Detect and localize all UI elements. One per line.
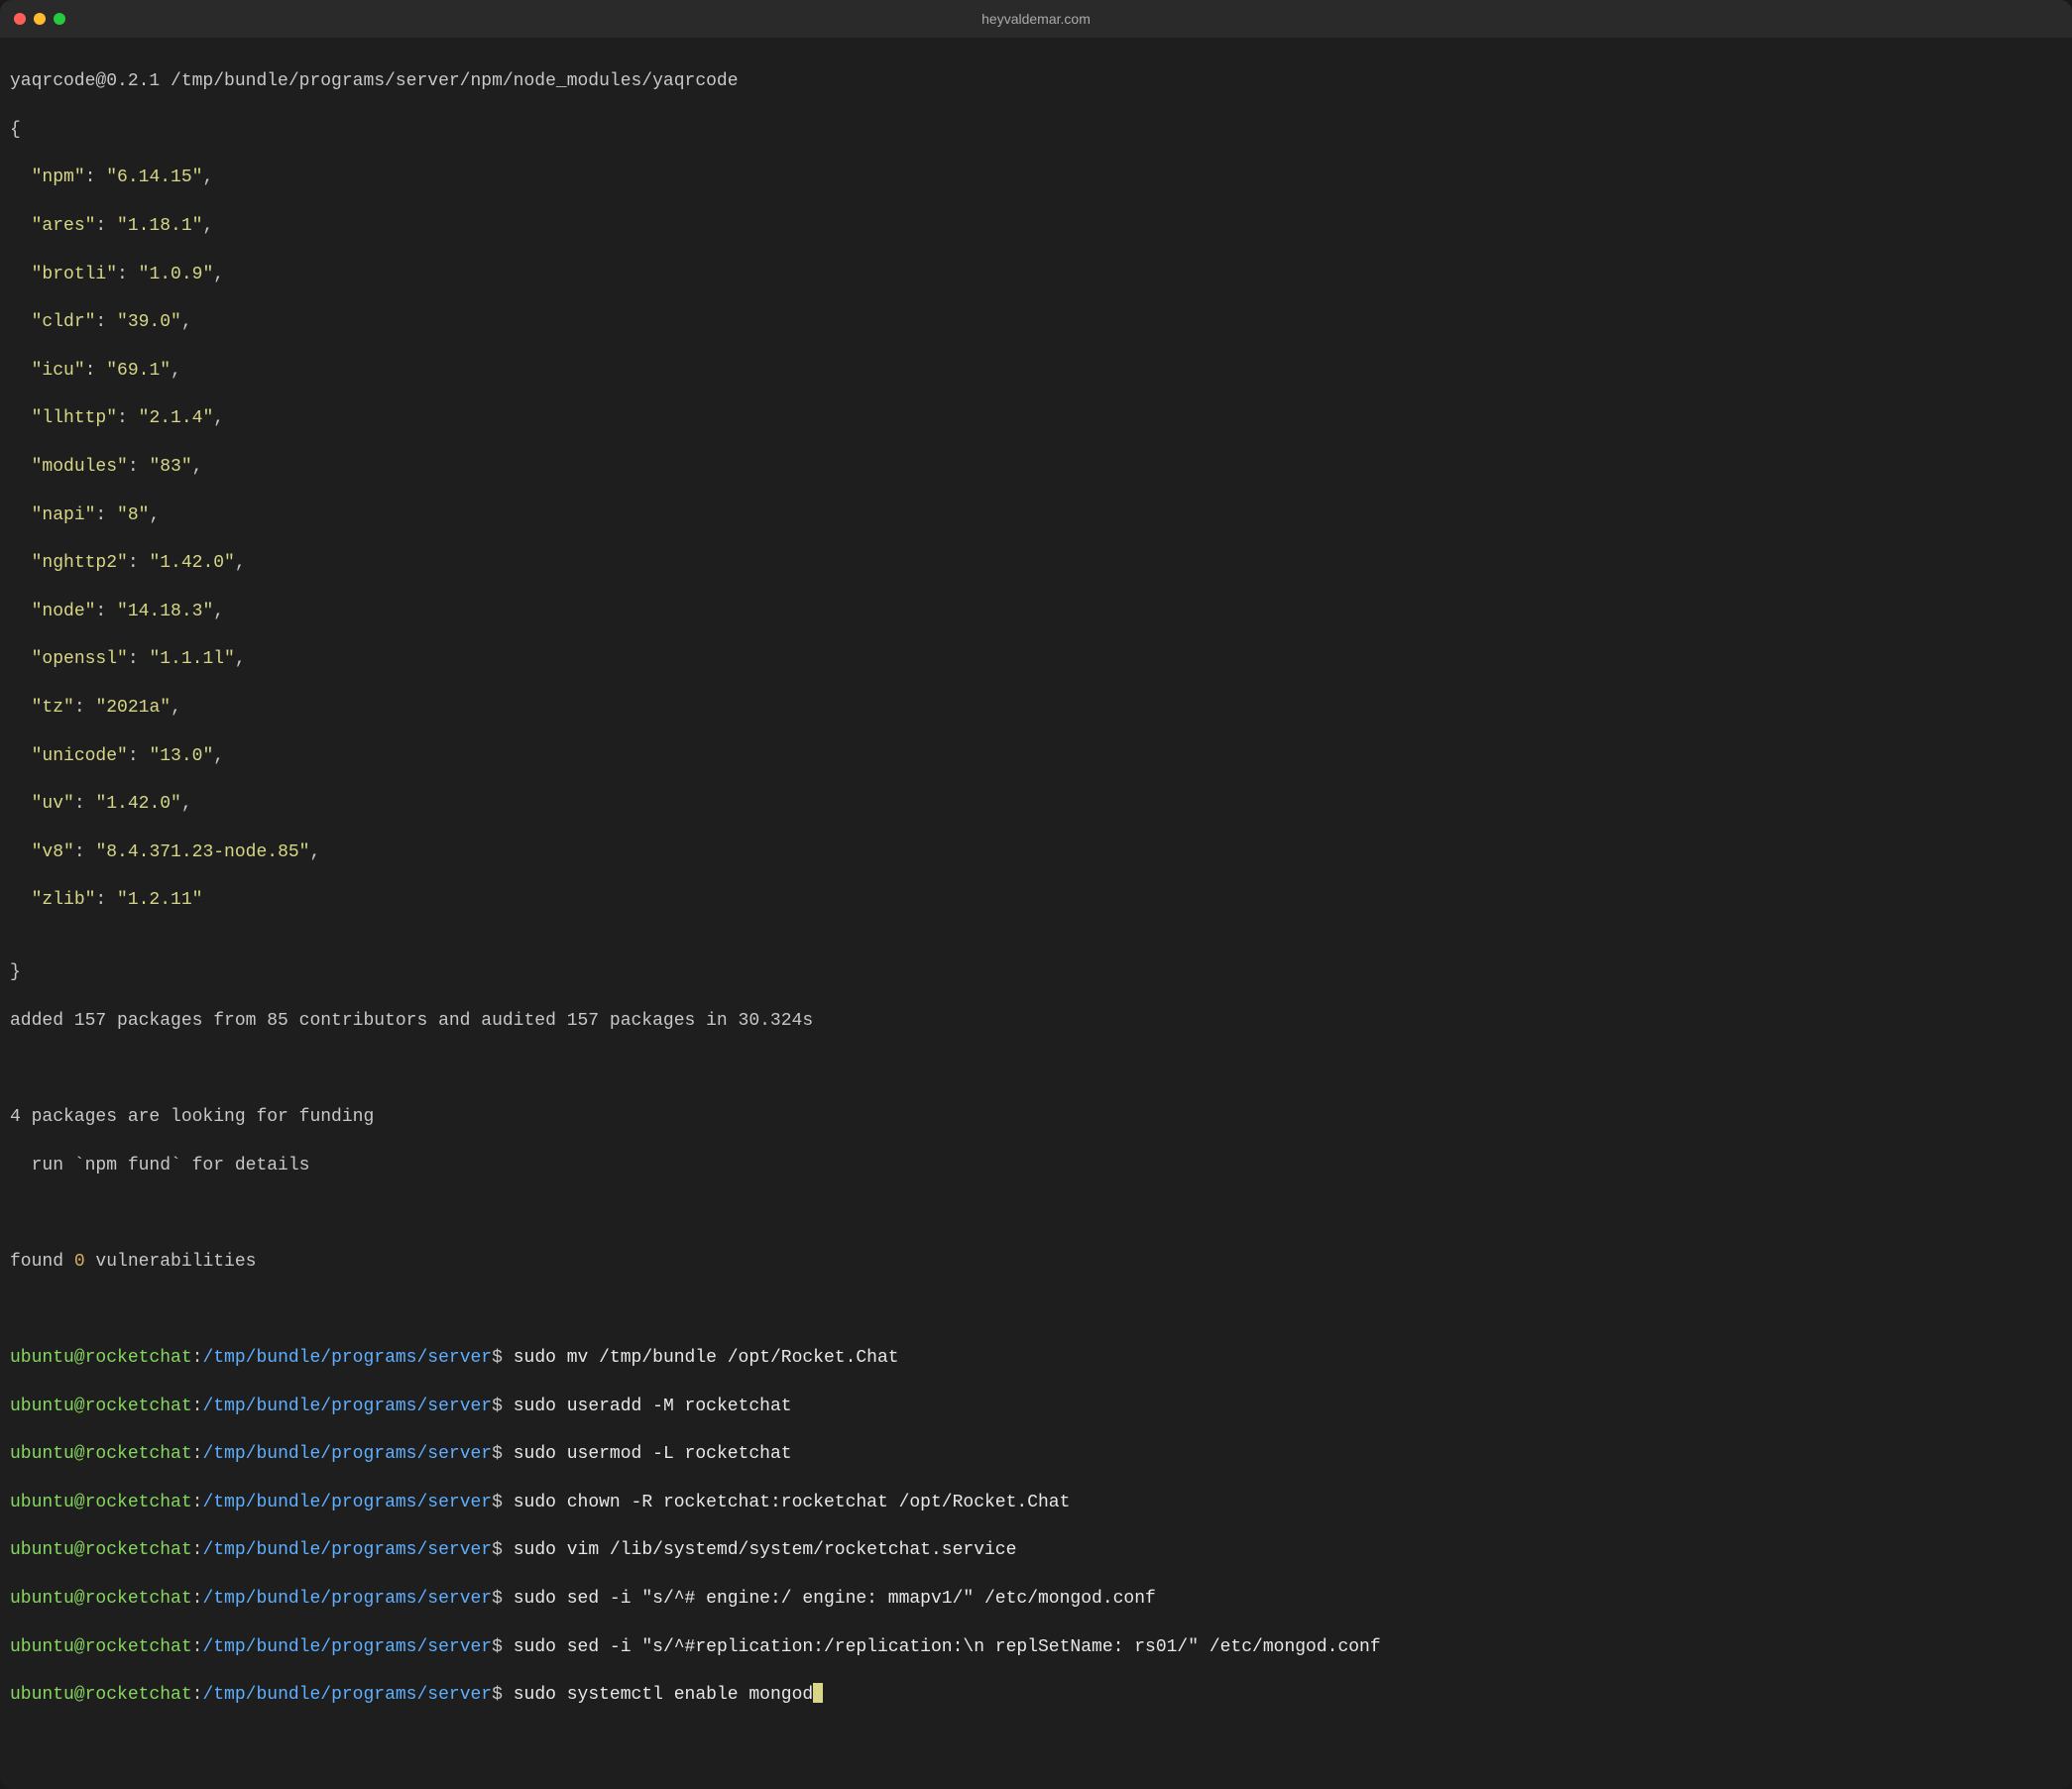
json-pair: "node": "14.18.3", <box>10 600 2062 623</box>
json-pair: "nghttp2": "1.42.0", <box>10 551 2062 575</box>
json-pair: "ares": "1.18.1", <box>10 214 2062 238</box>
prompt-path: /tmp/bundle/programs/server <box>202 1348 492 1368</box>
prompt-path: /tmp/bundle/programs/server <box>202 1397 492 1416</box>
maximize-button[interactable] <box>54 13 65 25</box>
prompt-path: /tmp/bundle/programs/server <box>202 1685 492 1705</box>
json-pair: "unicode": "13.0", <box>10 744 2062 768</box>
json-pair: "openssl": "1.1.1l", <box>10 647 2062 671</box>
prompt-path: /tmp/bundle/programs/server <box>202 1493 492 1512</box>
json-pair: "icu": "69.1", <box>10 359 2062 383</box>
close-button[interactable] <box>14 13 26 25</box>
output-line: run `npm fund` for details <box>10 1154 2062 1177</box>
output-vuln-line: found 0 vulnerabilities <box>10 1250 2062 1274</box>
prompt-user-host: ubuntu@rocketchat <box>10 1493 192 1512</box>
prompt-line: ubuntu@rocketchat:/tmp/bundle/programs/s… <box>10 1442 2062 1466</box>
terminal-window: heyvaldemar.com yaqrcode@0.2.1 /tmp/bund… <box>0 0 2072 1789</box>
cursor <box>813 1683 823 1703</box>
minimize-button[interactable] <box>34 13 46 25</box>
prompt-line: ubuntu@rocketchat:/tmp/bundle/programs/s… <box>10 1538 2062 1562</box>
json-pair: "npm": "6.14.15", <box>10 166 2062 189</box>
output-line: added 157 packages from 85 contributors … <box>10 1009 2062 1033</box>
prompt-user-host: ubuntu@rocketchat <box>10 1685 192 1705</box>
window-title: heyvaldemar.com <box>981 10 1091 29</box>
prompt-line: ubuntu@rocketchat:/tmp/bundle/programs/s… <box>10 1683 2062 1707</box>
prompt-line: ubuntu@rocketchat:/tmp/bundle/programs/s… <box>10 1346 2062 1370</box>
output-line: 4 packages are looking for funding <box>10 1105 2062 1129</box>
command-text: sudo sed -i "s/^# engine:/ engine: mmapv… <box>514 1589 1156 1609</box>
json-pair: "tz": "2021a", <box>10 696 2062 720</box>
output-line: { <box>10 118 2062 142</box>
json-pair: "zlib": "1.2.11" <box>10 888 2062 912</box>
prompt-user-host: ubuntu@rocketchat <box>10 1637 192 1657</box>
json-pair: "v8": "8.4.371.23-node.85", <box>10 840 2062 864</box>
prompt-path: /tmp/bundle/programs/server <box>202 1540 492 1560</box>
output-line: yaqrcode@0.2.1 /tmp/bundle/programs/serv… <box>10 69 2062 93</box>
json-pair: "llhttp": "2.1.4", <box>10 406 2062 430</box>
json-pair: "napi": "8", <box>10 503 2062 527</box>
prompt-line: ubuntu@rocketchat:/tmp/bundle/programs/s… <box>10 1491 2062 1514</box>
title-bar: heyvaldemar.com <box>0 0 2072 38</box>
command-text: sudo mv /tmp/bundle /opt/Rocket.Chat <box>514 1348 899 1368</box>
prompt-user-host: ubuntu@rocketchat <box>10 1397 192 1416</box>
command-text: sudo sed -i "s/^#replication:/replicatio… <box>514 1637 1381 1657</box>
command-text: sudo chown -R rocketchat:rocketchat /opt… <box>514 1493 1071 1512</box>
prompt-user-host: ubuntu@rocketchat <box>10 1589 192 1609</box>
output-blank <box>10 1297 2062 1321</box>
prompt-line: ubuntu@rocketchat:/tmp/bundle/programs/s… <box>10 1635 2062 1659</box>
prompt-user-host: ubuntu@rocketchat <box>10 1348 192 1368</box>
prompt-path: /tmp/bundle/programs/server <box>202 1589 492 1609</box>
command-text: sudo useradd -M rocketchat <box>514 1397 792 1416</box>
command-text: sudo vim /lib/systemd/system/rocketchat.… <box>514 1540 1017 1560</box>
json-pair: "modules": "83", <box>10 455 2062 479</box>
prompt-line: ubuntu@rocketchat:/tmp/bundle/programs/s… <box>10 1587 2062 1611</box>
prompt-user-host: ubuntu@rocketchat <box>10 1444 192 1464</box>
prompt-path: /tmp/bundle/programs/server <box>202 1637 492 1657</box>
traffic-lights <box>14 13 65 25</box>
json-pair: "cldr": "39.0", <box>10 310 2062 334</box>
prompt-user-host: ubuntu@rocketchat <box>10 1540 192 1560</box>
output-blank <box>10 1201 2062 1225</box>
json-pair: "brotli": "1.0.9", <box>10 263 2062 286</box>
output-blank <box>10 1057 2062 1080</box>
json-pair: "uv": "1.42.0", <box>10 792 2062 816</box>
command-text: sudo systemctl enable mongod <box>514 1685 813 1705</box>
output-line: } <box>10 960 2062 984</box>
command-text: sudo usermod -L rocketchat <box>514 1444 792 1464</box>
terminal-content[interactable]: yaqrcode@0.2.1 /tmp/bundle/programs/serv… <box>0 38 2072 1789</box>
prompt-path: /tmp/bundle/programs/server <box>202 1444 492 1464</box>
prompt-line: ubuntu@rocketchat:/tmp/bundle/programs/s… <box>10 1395 2062 1418</box>
